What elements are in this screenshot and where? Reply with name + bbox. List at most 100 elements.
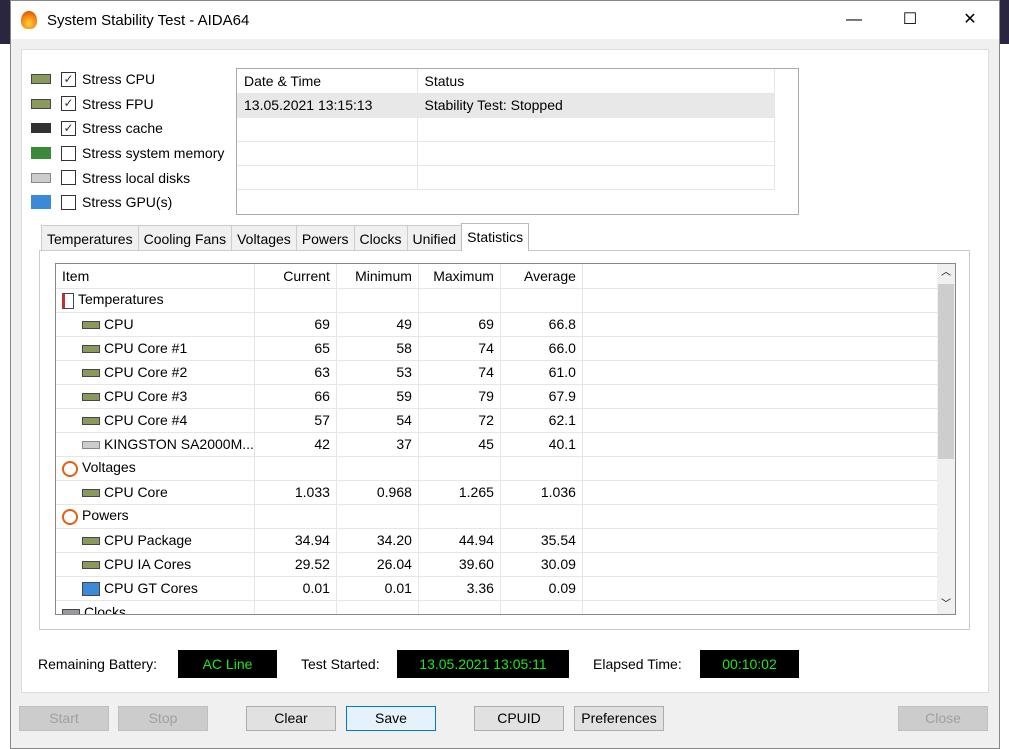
scroll-up-icon[interactable]: ︿ xyxy=(937,264,955,282)
preferences-button[interactable]: Preferences xyxy=(574,706,664,731)
cpu-icon xyxy=(31,74,51,85)
gpu-icon xyxy=(31,195,51,210)
table-row[interactable]: CPU Core #4 57 54 72 62.1 xyxy=(56,408,941,433)
stat-value: 29.52 xyxy=(254,552,337,577)
tab-unified[interactable]: Unified xyxy=(406,225,463,251)
tab-powers[interactable]: Powers xyxy=(295,225,355,251)
table-row[interactable]: CPU IA Cores 29.52 26.04 39.60 30.09 xyxy=(56,552,941,577)
disk-icon xyxy=(82,441,100,450)
item-label: CPU xyxy=(104,316,134,332)
log-table: Date & Time Status 13.05.2021 13:15:13 Sta… xyxy=(236,68,799,215)
option-checkbox[interactable] xyxy=(61,194,76,210)
item-label: Voltages xyxy=(82,459,136,476)
test-started-label: Test Started: xyxy=(301,656,380,672)
item-label: CPU Core #1 xyxy=(104,340,188,356)
log-datetime: 13.05.2021 13:15:13 xyxy=(237,93,418,118)
stat-value: 1.036 xyxy=(500,480,583,505)
stat-value: 35.54 xyxy=(500,528,583,553)
stop-button[interactable]: Stop xyxy=(118,706,208,731)
vertical-scrollbar[interactable]: ︿ ﹀ xyxy=(937,264,955,614)
clear-button[interactable]: Clear xyxy=(246,706,336,731)
stat-value: 65 xyxy=(254,336,337,361)
log-header-datetime: Date & Time xyxy=(237,69,418,94)
scroll-down-icon[interactable]: ﹀ xyxy=(937,596,955,614)
disk-icon xyxy=(31,172,51,183)
group-row[interactable]: Temperatures xyxy=(56,288,941,313)
cache-icon xyxy=(31,123,51,134)
header-item[interactable]: Item xyxy=(56,264,255,289)
group-row[interactable]: Voltages xyxy=(56,456,941,481)
table-row[interactable]: CPU GT Cores 0.01 0.01 3.36 0.09 xyxy=(56,576,941,601)
group-row[interactable]: Powers xyxy=(56,504,941,529)
item-label: CPU GT Cores xyxy=(104,579,198,596)
option-row: Stress local disks xyxy=(31,165,224,190)
option-checkbox[interactable]: ✓ xyxy=(61,71,76,87)
tab-clocks[interactable]: Clocks xyxy=(353,225,408,251)
option-checkbox[interactable]: ✓ xyxy=(61,96,76,112)
header-col[interactable]: Current xyxy=(254,264,337,289)
close-button[interactable]: Close xyxy=(898,706,988,731)
tab-statistics[interactable]: Statistics xyxy=(461,223,530,251)
thermometer-icon xyxy=(62,292,74,309)
log-row[interactable]: 13.05.2021 13:15:13 Stability Test: Stopp… xyxy=(237,93,775,118)
stat-value: 3.36 xyxy=(418,576,501,601)
header-col[interactable]: Maximum xyxy=(418,264,501,289)
table-row[interactable]: KINGSTON SA2000M... 42 37 45 40.1 xyxy=(56,432,941,457)
option-label[interactable]: Stress GPU(s) xyxy=(82,194,172,210)
maximize-button[interactable]: ☐ xyxy=(887,1,933,39)
stat-value: 69 xyxy=(254,312,337,337)
item-label: CPU Core #4 xyxy=(104,412,188,428)
lightning-icon xyxy=(62,460,78,477)
battery-value: AC Line xyxy=(178,650,277,678)
battery-label: Remaining Battery: xyxy=(38,656,158,672)
stat-value: 54 xyxy=(336,408,419,433)
table-row[interactable]: CPU Core #1 65 58 74 66.0 xyxy=(56,336,941,361)
start-button[interactable]: Start xyxy=(19,706,109,731)
stats-header: Item Current Minimum Maximum Average xyxy=(56,264,941,289)
tab-temperatures[interactable]: Temperatures xyxy=(41,225,139,251)
table-row[interactable]: CPU Core #2 63 53 74 61.0 xyxy=(56,360,941,385)
item-label: Clocks xyxy=(84,604,127,615)
close-window-button[interactable]: ✕ xyxy=(947,1,993,39)
scrollbar-thumb[interactable] xyxy=(938,284,954,459)
save-button[interactable]: Save xyxy=(346,706,436,731)
cpu-icon xyxy=(82,417,100,426)
title-bar: System Stability Test - AIDA64 — ☐ ✕ xyxy=(11,1,999,39)
stat-value: 66.8 xyxy=(500,312,583,337)
stat-value: 67.9 xyxy=(500,384,583,409)
tab-cooling-fans[interactable]: Cooling Fans xyxy=(137,225,233,251)
option-label[interactable]: Stress system memory xyxy=(82,145,224,161)
cpuid-button[interactable]: CPUID xyxy=(474,706,564,731)
option-checkbox[interactable]: ✓ xyxy=(61,120,76,136)
log-status: Stability Test: Stopped xyxy=(417,93,775,118)
stat-value: 66 xyxy=(254,384,337,409)
option-label[interactable]: Stress FPU xyxy=(82,96,154,112)
table-row[interactable]: CPU Core #3 66 59 79 67.9 xyxy=(56,384,941,409)
stat-value: 34.20 xyxy=(336,528,419,553)
group-row[interactable]: Clocks xyxy=(56,600,941,615)
header-col[interactable]: Average xyxy=(500,264,583,289)
table-row[interactable]: CPU 69 49 69 66.8 xyxy=(56,312,941,337)
stat-value: 44.94 xyxy=(418,528,501,553)
minimize-button[interactable]: — xyxy=(831,1,877,39)
option-checkbox[interactable] xyxy=(61,145,76,161)
option-label[interactable]: Stress CPU xyxy=(82,71,155,87)
table-row[interactable]: CPU Core 1.033 0.968 1.265 1.036 xyxy=(56,480,941,505)
option-row: ✓ Stress cache xyxy=(31,116,224,141)
stat-value: 66.0 xyxy=(500,336,583,361)
stat-value: 49 xyxy=(336,312,419,337)
stat-value: 0.09 xyxy=(500,576,583,601)
option-row: Stress GPU(s) xyxy=(31,190,224,215)
option-row: ✓ Stress FPU xyxy=(31,92,224,117)
fpu-icon xyxy=(31,98,51,109)
test-started-value: 13.05.2021 13:05:11 xyxy=(397,650,569,678)
header-col[interactable]: Minimum xyxy=(336,264,419,289)
option-label[interactable]: Stress local disks xyxy=(82,170,190,186)
option-label[interactable]: Stress cache xyxy=(82,120,163,136)
table-row[interactable]: CPU Package 34.94 34.20 44.94 35.54 xyxy=(56,528,941,553)
cpu-icon xyxy=(82,489,100,498)
stability-test-window: System Stability Test - AIDA64 — ☐ ✕ ✓ St… xyxy=(10,0,1000,749)
tab-voltages[interactable]: Voltages xyxy=(231,225,297,251)
stat-value: 26.04 xyxy=(336,552,419,577)
option-checkbox[interactable] xyxy=(61,170,76,186)
